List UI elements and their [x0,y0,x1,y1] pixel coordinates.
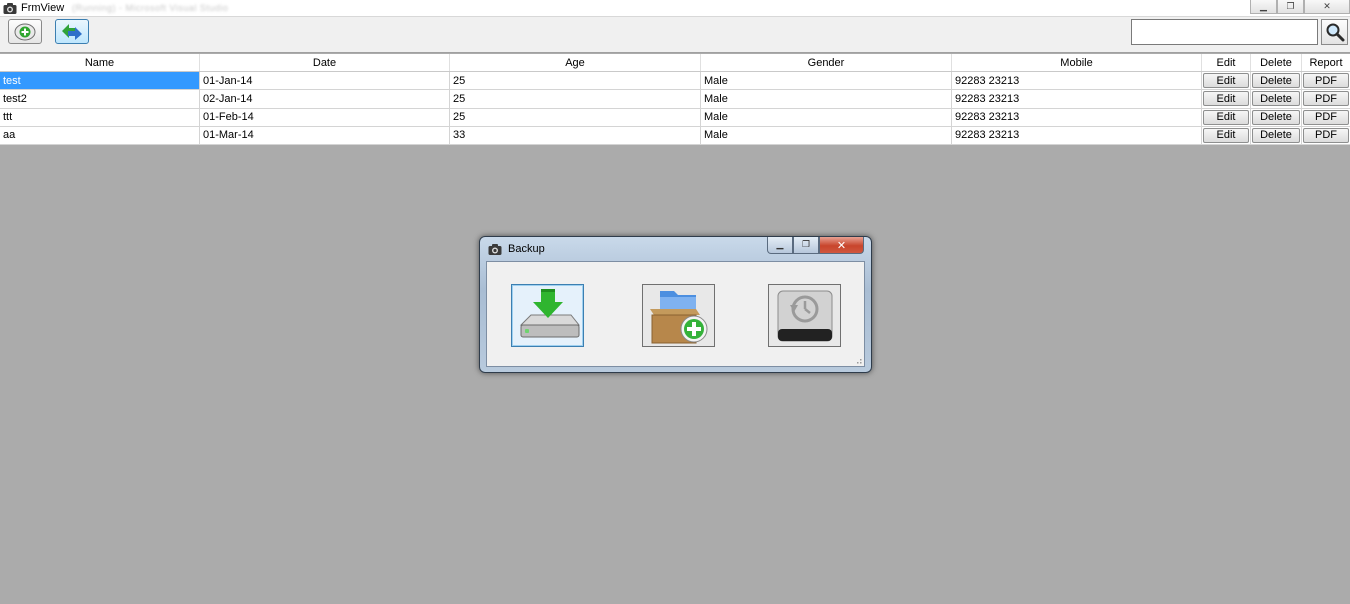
cell-age[interactable]: 25 [450,72,701,90]
cell-edit: Edit [1202,90,1251,108]
pdf-report-button[interactable]: PDF [1303,109,1349,125]
dialog-restore-button[interactable]: ❐ [793,237,819,254]
cell-date[interactable]: 01-Mar-14 [200,126,450,144]
toolbar [0,17,1350,53]
table-row[interactable]: test 01-Jan-14 25 Male 92283 23213 Edit … [0,72,1350,91]
cell-gender[interactable]: Male [701,72,952,90]
column-header-age[interactable]: Age [450,54,701,71]
table-row[interactable]: aa 01-Mar-14 33 Male 92283 23213 Edit De… [0,126,1350,145]
dialog-close-button[interactable]: ✕ [819,237,864,254]
table-row[interactable]: ttt 01-Feb-14 25 Male 92283 23213 Edit D… [0,108,1350,127]
cell-age[interactable]: 33 [450,126,701,144]
column-header-name[interactable]: Name [0,54,200,71]
cell-report: PDF [1302,72,1350,89]
cell-report: PDF [1302,127,1350,144]
edit-button[interactable]: Edit [1203,73,1249,89]
restore-button[interactable]: ❐ [1277,0,1304,14]
edit-button[interactable]: Edit [1203,109,1249,125]
cell-age[interactable]: 25 [450,90,701,108]
delete-button[interactable]: Delete [1252,73,1300,89]
main-title-bar: FrmView (Running) - Microsoft Visual Stu… [0,0,1350,17]
add-record-button[interactable] [8,19,42,44]
window-title: FrmView [21,2,65,14]
cell-age[interactable]: 25 [450,108,701,126]
cell-gender[interactable]: Male [701,90,952,108]
cell-name[interactable]: test [0,72,200,90]
close-button[interactable]: ✕ [1304,0,1350,14]
column-header-mobile[interactable]: Mobile [952,54,1202,71]
delete-button[interactable]: Delete [1252,91,1300,107]
cell-mobile[interactable]: 92283 23213 [952,72,1202,90]
camera-app-icon [488,244,502,255]
column-header-edit[interactable]: Edit [1202,54,1251,71]
dialog-window-controls: ▁ ❐ ✕ [767,237,864,254]
cell-delete: Delete [1251,126,1302,144]
dialog-title: Backup [508,243,545,255]
cell-mobile[interactable]: 92283 23213 [952,108,1202,126]
minimize-button[interactable]: ▁ [1250,0,1277,14]
sync-button[interactable] [55,19,89,44]
cell-gender[interactable]: Male [701,126,952,144]
restore-button[interactable] [768,284,841,347]
pdf-report-button[interactable]: PDF [1303,91,1349,107]
column-header-report[interactable]: Report [1302,54,1350,71]
column-header-gender[interactable]: Gender [701,54,952,71]
cell-delete: Delete [1251,108,1302,126]
cell-name[interactable]: test2 [0,90,200,108]
add-folder-box-icon [649,290,707,343]
cell-mobile[interactable]: 92283 23213 [952,90,1202,108]
cell-report: PDF [1302,90,1350,107]
table-row[interactable]: test2 02-Jan-14 25 Male 92283 23213 Edit… [0,90,1350,109]
records-grid: Name Date Age Gender Mobile Edit Delete … [0,54,1350,145]
cell-mobile[interactable]: 92283 23213 [952,126,1202,144]
search-input[interactable] [1131,19,1318,45]
resize-grip-icon[interactable] [854,356,862,364]
add-plus-icon [14,23,36,40]
cell-name[interactable]: aa [0,126,200,144]
add-backup-folder-button[interactable] [642,284,715,347]
window-controls: ▁ ❐ ✕ [1250,0,1350,15]
cell-delete: Delete [1251,90,1302,108]
backup-dialog: Backup ▁ ❐ ✕ [479,236,872,373]
dialog-client-area [486,261,865,367]
column-header-date[interactable]: Date [200,54,450,71]
cell-date[interactable]: 01-Feb-14 [200,108,450,126]
edit-button[interactable]: Edit [1203,127,1249,143]
camera-app-icon [3,3,17,14]
pdf-report-button[interactable]: PDF [1303,127,1349,143]
cell-gender[interactable]: Male [701,108,952,126]
cell-delete: Delete [1251,72,1302,90]
dialog-minimize-button[interactable]: ▁ [767,237,793,254]
window-title-suffix: (Running) - Microsoft Visual Studio [72,3,229,13]
search-button[interactable] [1321,19,1348,45]
column-header-delete[interactable]: Delete [1251,54,1302,71]
cell-date[interactable]: 01-Jan-14 [200,72,450,90]
backup-drive-download-icon [519,288,580,337]
cell-name[interactable]: ttt [0,108,200,126]
grid-header-row: Name Date Age Gender Mobile Edit Delete … [0,54,1350,72]
backup-button[interactable] [511,284,584,347]
delete-button[interactable]: Delete [1252,127,1300,143]
magnifier-icon [1326,23,1344,42]
cell-edit: Edit [1202,108,1251,126]
cell-report: PDF [1302,109,1350,126]
pdf-report-button[interactable]: PDF [1303,73,1349,89]
sync-arrows-icon [62,23,82,40]
cell-date[interactable]: 02-Jan-14 [200,90,450,108]
delete-button[interactable]: Delete [1252,109,1300,125]
edit-button[interactable]: Edit [1203,91,1249,107]
cell-edit: Edit [1202,72,1251,90]
restore-drive-icon [777,290,832,341]
cell-edit: Edit [1202,126,1251,144]
